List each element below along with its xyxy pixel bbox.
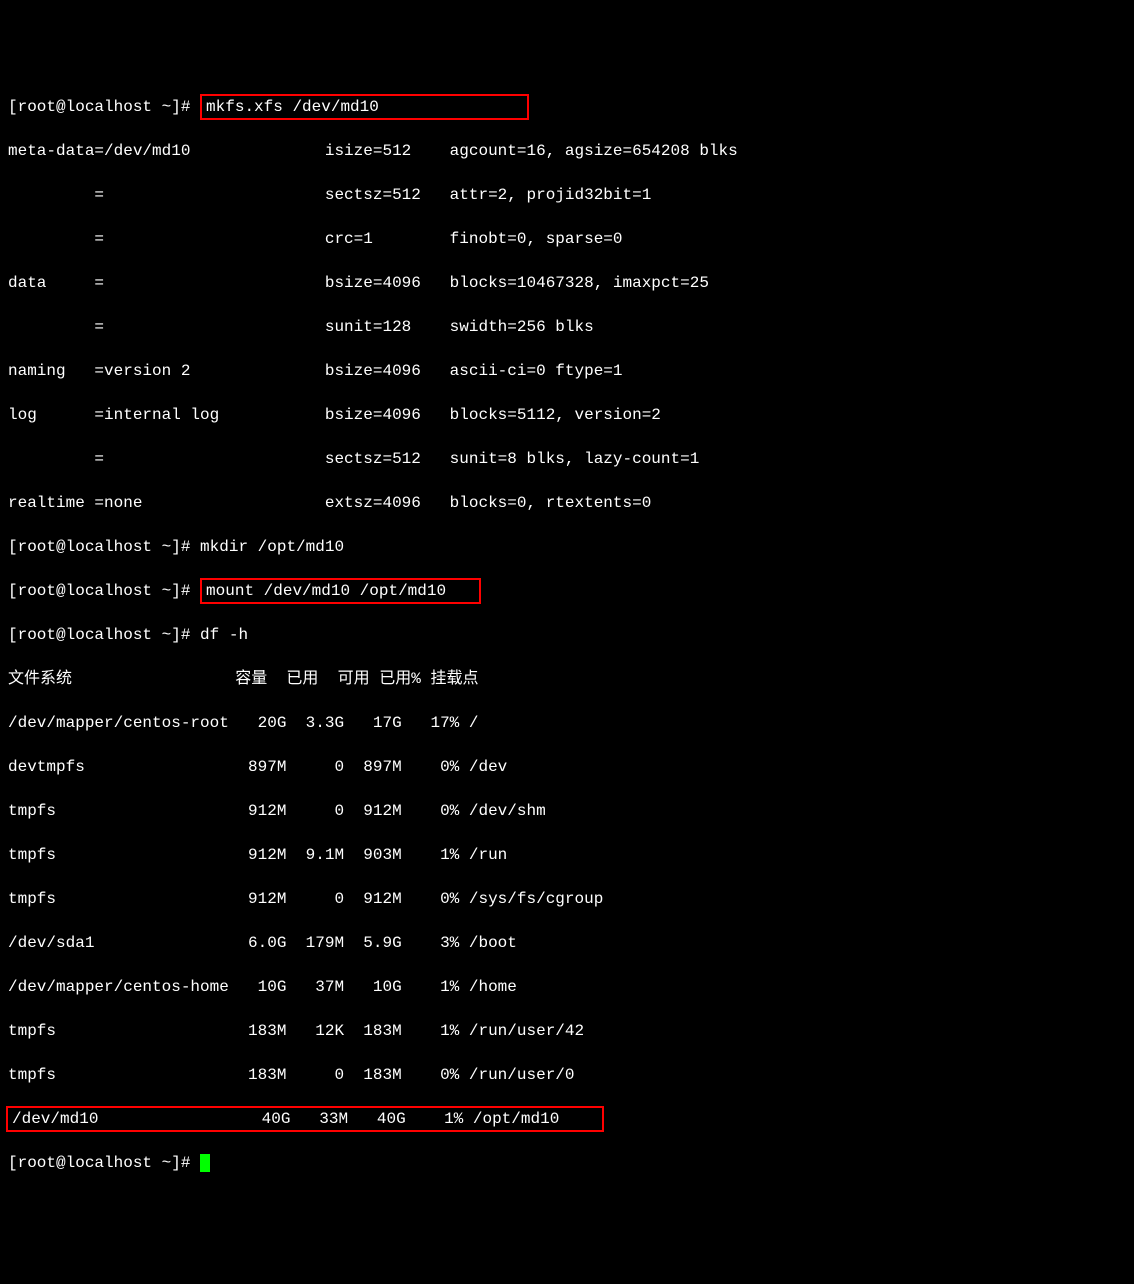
shell-prompt: [root@localhost ~]#	[8, 538, 200, 556]
shell-prompt: [root@localhost ~]#	[8, 1154, 200, 1172]
terminal-output: meta-data=/dev/md10 isize=512 agcount=16…	[8, 140, 1126, 162]
df-row: devtmpfs 897M 0 897M 0% /dev	[8, 756, 1126, 778]
command-text: mount /dev/md10 /opt/md10	[206, 582, 475, 600]
command-text: mkfs.xfs /dev/md10	[206, 98, 523, 116]
command-text: df -h	[200, 626, 248, 644]
df-header: 文件系统 容量 已用 可用 已用% 挂载点	[8, 668, 1126, 690]
df-row: /dev/mapper/centos-root 20G 3.3G 17G 17%…	[8, 712, 1126, 734]
terminal-output: naming =version 2 bsize=4096 ascii-ci=0 …	[8, 360, 1126, 382]
terminal-output: = sectsz=512 sunit=8 blks, lazy-count=1	[8, 448, 1126, 470]
df-row: tmpfs 912M 0 912M 0% /dev/shm	[8, 800, 1126, 822]
terminal-output: data = bsize=4096 blocks=10467328, imaxp…	[8, 272, 1126, 294]
terminal-output: = crc=1 finobt=0, sparse=0	[8, 228, 1126, 250]
df-row: /dev/md10 40G 33M 40G 1% /opt/md10	[12, 1110, 598, 1128]
terminal-output: log =internal log bsize=4096 blocks=5112…	[8, 404, 1126, 426]
df-row: tmpfs 183M 12K 183M 1% /run/user/42	[8, 1020, 1126, 1042]
shell-prompt: [root@localhost ~]#	[8, 626, 200, 644]
df-row: tmpfs 912M 0 912M 0% /sys/fs/cgroup	[8, 888, 1126, 910]
cursor-icon	[200, 1154, 210, 1172]
df-row: tmpfs 912M 9.1M 903M 1% /run	[8, 844, 1126, 866]
terminal-line: [root@localhost ~]# mkfs.xfs /dev/md10	[8, 96, 1126, 118]
shell-prompt: [root@localhost ~]#	[8, 98, 200, 116]
terminal-line: [root@localhost ~]# mount /dev/md10 /opt…	[8, 580, 1126, 602]
terminal-output: realtime =none extsz=4096 blocks=0, rtex…	[8, 492, 1126, 514]
command-text: mkdir /opt/md10	[200, 538, 344, 556]
terminal-line: /dev/md10 40G 33M 40G 1% /opt/md10	[8, 1108, 1126, 1130]
terminal-line: [root@localhost ~]# mkdir /opt/md10	[8, 536, 1126, 558]
df-row: /dev/sda1 6.0G 179M 5.9G 3% /boot	[8, 932, 1126, 954]
terminal-output: = sectsz=512 attr=2, projid32bit=1	[8, 184, 1126, 206]
highlight-mkfs: mkfs.xfs /dev/md10	[200, 94, 529, 120]
terminal-line: [root@localhost ~]# df -h	[8, 624, 1126, 646]
highlight-md10-row: /dev/md10 40G 33M 40G 1% /opt/md10	[6, 1106, 604, 1132]
highlight-mount: mount /dev/md10 /opt/md10	[200, 578, 481, 604]
df-row: tmpfs 183M 0 183M 0% /run/user/0	[8, 1064, 1126, 1086]
terminal-output: = sunit=128 swidth=256 blks	[8, 316, 1126, 338]
df-row: /dev/mapper/centos-home 10G 37M 10G 1% /…	[8, 976, 1126, 998]
terminal-line[interactable]: [root@localhost ~]#	[8, 1152, 1126, 1174]
shell-prompt: [root@localhost ~]#	[8, 582, 200, 600]
